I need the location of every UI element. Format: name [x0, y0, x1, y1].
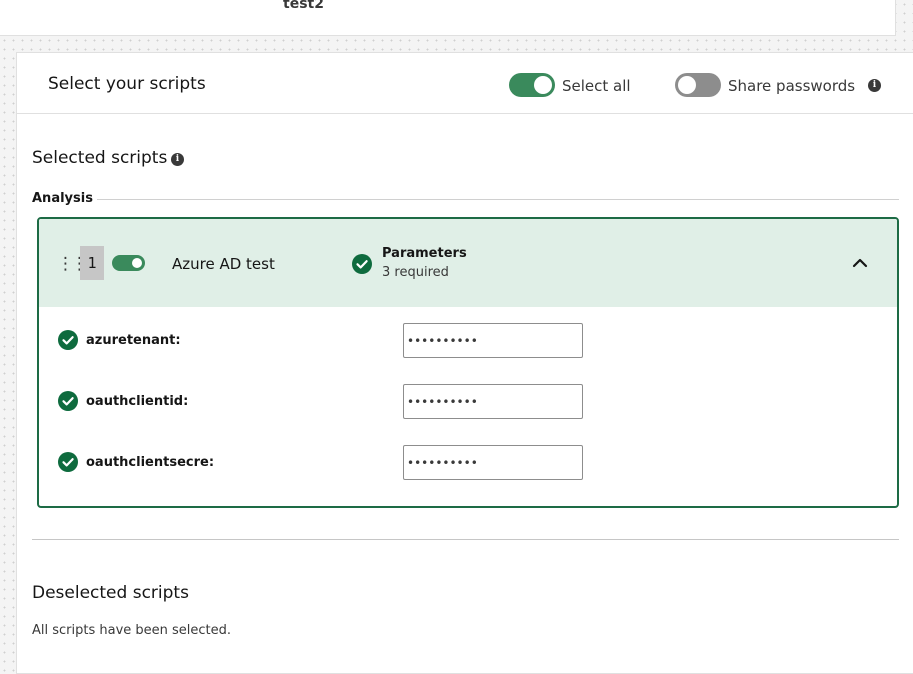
checkmark-icon: [58, 330, 78, 350]
checkmark-icon: [352, 254, 372, 274]
script-card-header[interactable]: ⋮⋮ 1 Azure AD test Parameters 3 required: [39, 219, 897, 307]
select-all-label: Select all: [562, 77, 631, 95]
script-enabled-toggle[interactable]: [112, 255, 145, 271]
toggle-knob: [132, 258, 142, 268]
empty-state-text: All scripts have been selected.: [32, 623, 232, 638]
share-passwords-label: Share passwords: [728, 77, 856, 95]
order-badge: 1: [80, 246, 104, 280]
oauthclientsecret-field[interactable]: [403, 445, 583, 480]
info-icon[interactable]: i: [868, 79, 881, 92]
param-label: oauthclientsecre:: [86, 455, 215, 470]
parameters-status: 3 required: [382, 265, 449, 280]
selected-scripts-title: Selected scripts: [32, 148, 168, 168]
share-passwords-toggle[interactable]: [675, 73, 721, 97]
script-name: Azure AD test: [172, 255, 275, 273]
group-divider: [97, 199, 899, 200]
param-label: azuretenant:: [86, 333, 181, 348]
previous-card: test2: [0, 0, 896, 36]
toggle-knob: [534, 76, 552, 94]
previous-card-title: test2: [283, 0, 324, 12]
parameters-title: Parameters: [382, 246, 467, 261]
deselected-scripts-title: Deselected scripts: [32, 583, 189, 603]
script-card: ⋮⋮ 1 Azure AD test Parameters 3 required…: [37, 217, 899, 508]
panel-title: Select your scripts: [48, 74, 206, 94]
chevron-up-icon[interactable]: [851, 254, 869, 276]
toggle-knob: [678, 76, 696, 94]
azuretenant-field[interactable]: [403, 323, 583, 358]
select-all-toggle[interactable]: [509, 73, 555, 97]
section-divider: [32, 539, 899, 540]
checkmark-icon: [58, 452, 78, 472]
param-label: oauthclientid:: [86, 394, 189, 409]
oauthclientid-field[interactable]: [403, 384, 583, 419]
checkmark-icon: [58, 391, 78, 411]
info-icon[interactable]: i: [171, 153, 184, 166]
scripts-panel: Select your scripts Select all Share pas…: [16, 52, 913, 674]
group-label: Analysis: [32, 191, 93, 206]
panel-header: Select your scripts Select all Share pas…: [17, 53, 913, 114]
